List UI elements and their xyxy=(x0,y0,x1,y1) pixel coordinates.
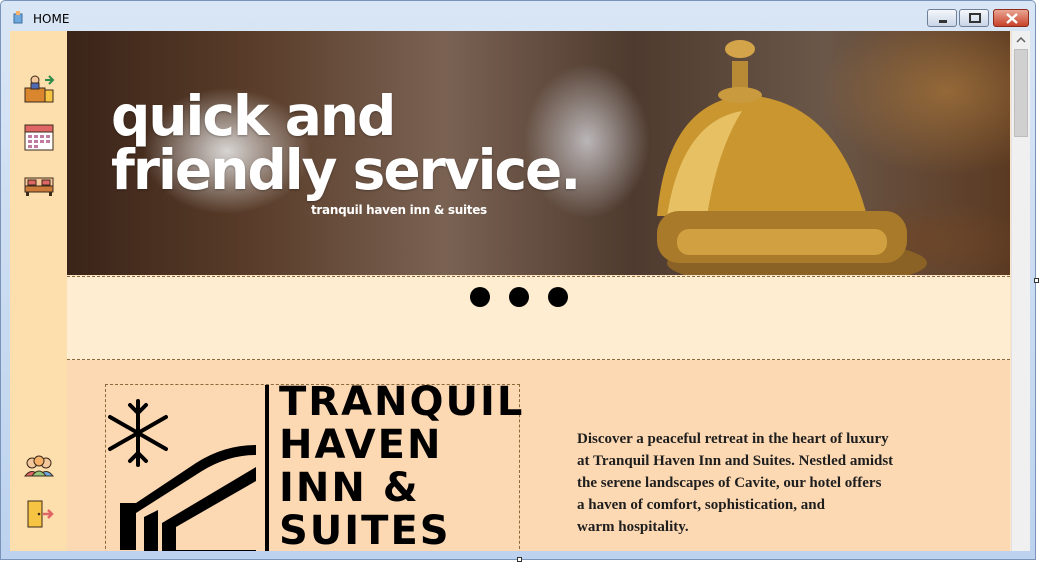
sidebar xyxy=(10,31,67,551)
logo-line-1: TRANQUIL xyxy=(279,379,525,425)
bed-icon xyxy=(24,177,54,196)
carousel-indicator-panel xyxy=(67,276,1010,360)
restore-icon xyxy=(969,13,981,23)
scroll-thumb[interactable] xyxy=(1014,49,1028,137)
app-window: HOME quick and friendly service. tranqui… xyxy=(0,0,1039,562)
maximize-button[interactable] xyxy=(959,9,989,27)
vertical-scrollbar[interactable] xyxy=(1011,31,1030,551)
receptionist-icon xyxy=(24,75,55,103)
chevron-up-icon xyxy=(1016,36,1026,43)
logo-line-4: SUITES xyxy=(279,508,451,552)
sidebar-item-rooms[interactable] xyxy=(22,167,56,201)
logo-line-3: INN & xyxy=(279,465,420,511)
minimize-button[interactable] xyxy=(927,9,957,27)
main-content[interactable]: quick and friendly service. tranquil hav… xyxy=(67,31,1011,551)
about-panel: TRANQUIL HAVEN INN & SUITES Discover a p… xyxy=(67,360,1010,551)
title-bar[interactable]: HOME xyxy=(1,1,1035,31)
snowflake-icon xyxy=(108,399,168,467)
minimize-icon xyxy=(939,20,947,23)
resize-grip-right[interactable] xyxy=(1034,278,1039,283)
hero-subtitle: tranquil haven inn & suites xyxy=(311,203,487,217)
hero-title: quick and friendly service. xyxy=(111,84,581,202)
logo-wordmark: TRANQUIL HAVEN INN & SUITES xyxy=(279,379,525,552)
app-icon xyxy=(13,11,23,24)
calendar-icon xyxy=(24,124,54,151)
close-icon xyxy=(1006,13,1018,24)
sidebar-item-reception[interactable] xyxy=(22,71,56,105)
carousel-dot-2[interactable] xyxy=(509,287,529,307)
users-icon xyxy=(23,455,55,477)
logo-house-icon xyxy=(108,399,256,551)
sidebar-item-reservations[interactable] xyxy=(22,119,56,153)
carousel-dot-3[interactable] xyxy=(548,287,568,307)
about-description: Discover a peaceful retreat in the heart… xyxy=(577,431,894,535)
carousel-dot-1[interactable] xyxy=(470,287,490,307)
hotel-logo: TRANQUIL HAVEN INN & SUITES xyxy=(105,381,522,551)
sidebar-item-guests[interactable] xyxy=(22,449,56,483)
resize-grip-bottom[interactable] xyxy=(517,557,522,562)
logo-divider xyxy=(265,385,269,551)
scroll-up-button[interactable] xyxy=(1012,31,1030,48)
hero-banner: quick and friendly service. tranquil hav… xyxy=(67,31,1010,275)
exit-door-icon xyxy=(27,500,54,528)
window-title: HOME xyxy=(33,12,70,26)
client-area: quick and friendly service. tranquil hav… xyxy=(10,31,1030,551)
close-button[interactable] xyxy=(993,9,1029,27)
sidebar-item-logout[interactable] xyxy=(22,497,56,531)
logo-line-2: HAVEN xyxy=(279,422,443,468)
